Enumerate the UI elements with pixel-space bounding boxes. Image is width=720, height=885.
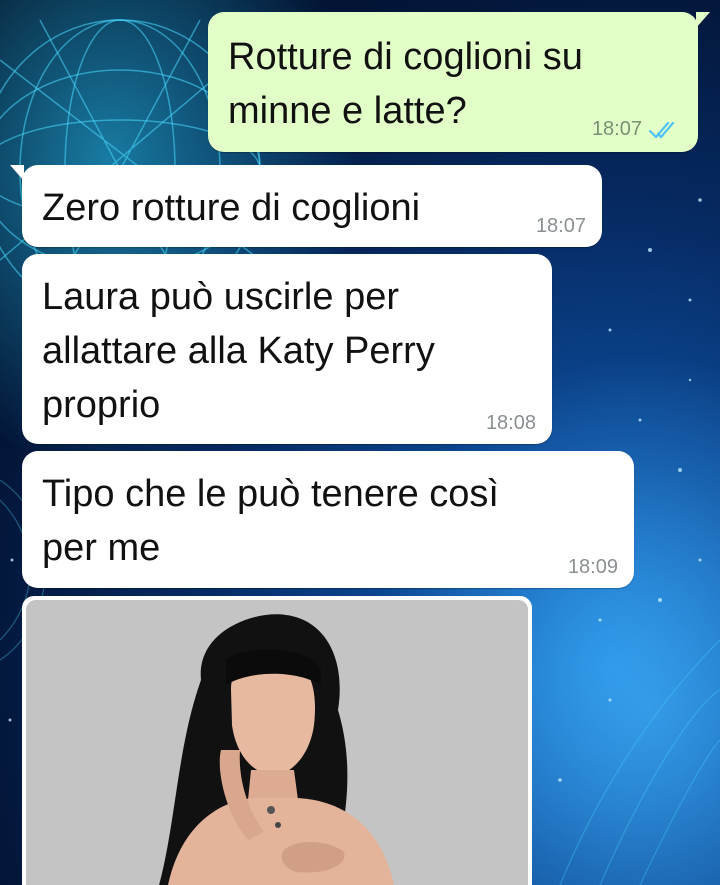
message-text: Zero rotture di coglioni: [42, 187, 421, 229]
image-thumbnail[interactable]: [26, 600, 528, 885]
message-timestamp: 18:09: [567, 556, 618, 578]
incoming-message-bubble[interactable]: Tipo che le può tenere così per me 18:09: [22, 451, 634, 588]
message-timestamp: 18:07: [535, 215, 586, 237]
message-text: Tipo che le può tenere così per me: [42, 473, 499, 569]
incoming-message-bubble[interactable]: Zero rotture di coglioni 18:07: [10, 165, 602, 247]
message-timestamp: 18:07: [591, 118, 642, 140]
chat-conversation: Rotture di coglioni su minne e latte? 18…: [0, 0, 720, 885]
message-timestamp: 18:08: [485, 412, 536, 434]
message-text: Laura può uscirle per allattare alla Kat…: [42, 276, 435, 426]
incoming-message-bubble[interactable]: Laura può uscirle per allattare alla Kat…: [22, 254, 552, 444]
outgoing-message-bubble[interactable]: Rotture di coglioni su minne e latte? 18…: [208, 12, 710, 152]
photo-portrait-placeholder: [26, 600, 528, 885]
double-check-icon: [648, 121, 675, 139]
incoming-image-message[interactable]: [22, 596, 532, 885]
